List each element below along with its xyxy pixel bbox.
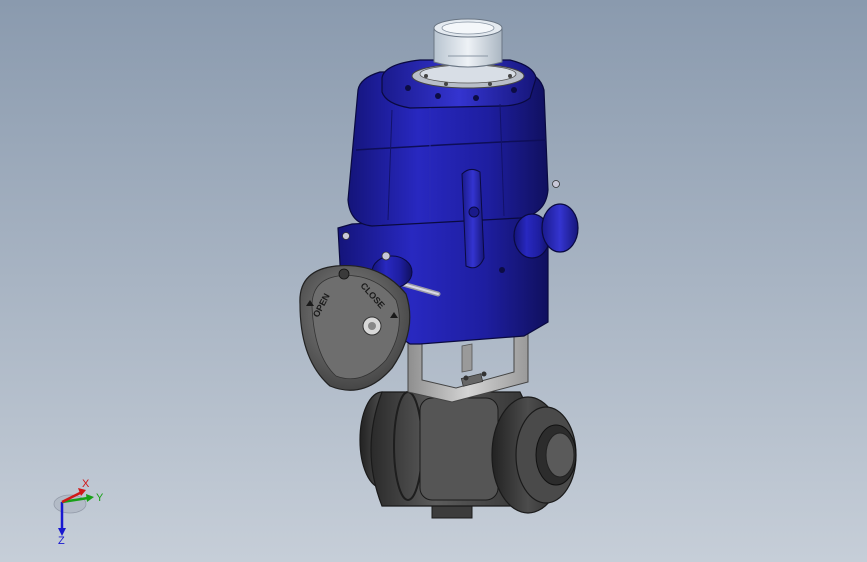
3d-viewport[interactable]: OPEN CLOSE X Y Z [0, 0, 867, 562]
position-indicator[interactable] [411, 18, 525, 89]
valve-body[interactable] [359, 391, 577, 519]
triad-x-label: X [82, 478, 90, 490]
orientation-triad: X Y Z [53, 478, 104, 546]
valve-actuator-model[interactable]: OPEN CLOSE [0, 0, 867, 562]
triad-z-label: Z [58, 535, 65, 546]
handwheel[interactable]: OPEN CLOSE [299, 264, 411, 391]
triad-y-label: Y [96, 492, 104, 504]
